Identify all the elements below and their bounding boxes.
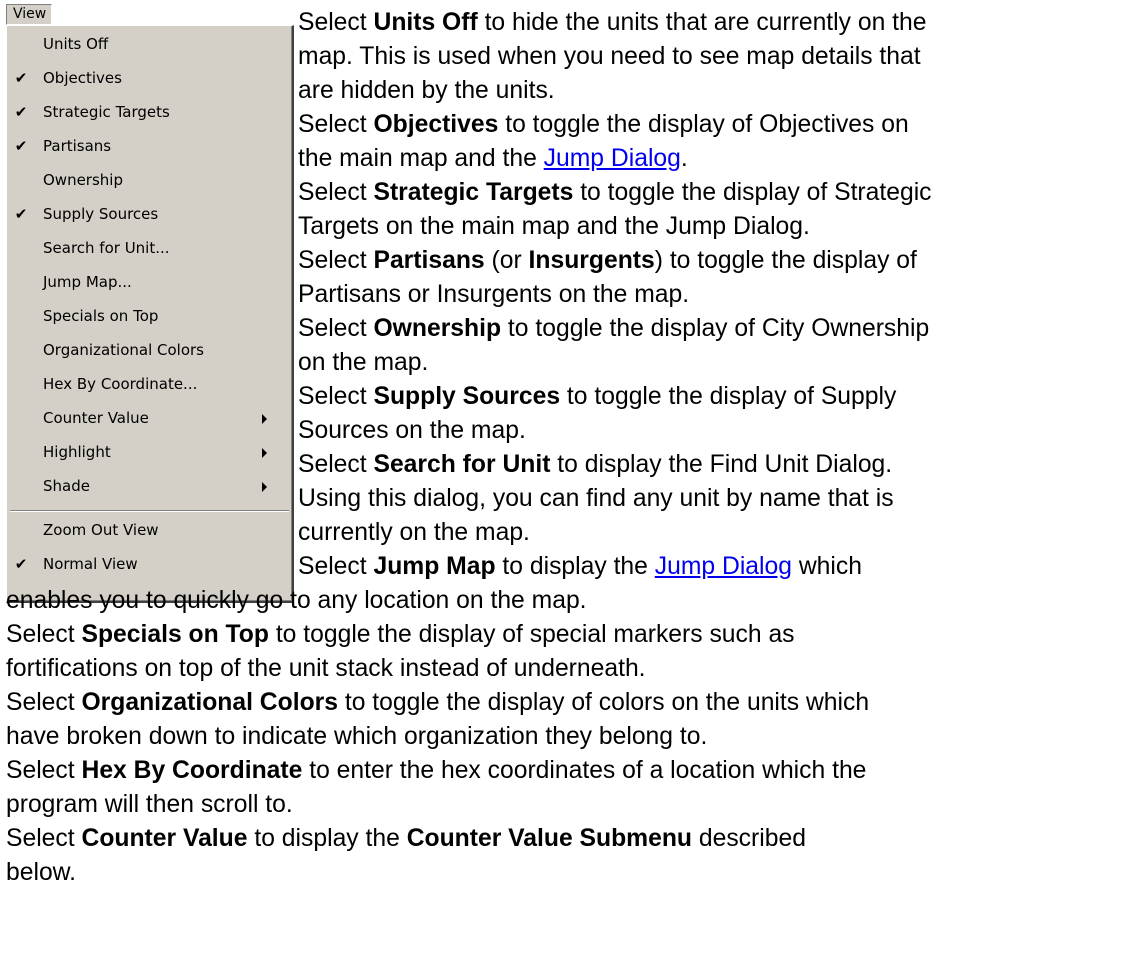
- menu-item-partisans[interactable]: ✔ Partisans: [7, 132, 289, 160]
- menu-item-label: Highlight: [43, 443, 111, 461]
- checkmark-icon: ✔: [14, 69, 28, 87]
- jump-dialog-link-2[interactable]: Jump Dialog: [655, 553, 792, 580]
- term-supply-sources: Supply Sources: [373, 383, 561, 410]
- term-insurgents: Insurgents: [528, 247, 655, 274]
- menu-item-label: Supply Sources: [43, 205, 159, 223]
- menu-item-label: Zoom Out View: [43, 521, 159, 539]
- view-menu-title[interactable]: View: [6, 4, 52, 25]
- term-jump-map: Jump Map: [373, 553, 496, 580]
- menu-item-label: Jump Map...: [43, 273, 132, 291]
- text-line: on the map.: [298, 349, 429, 376]
- text-line: Using this dialog, you can find any unit…: [298, 485, 894, 512]
- checkmark-icon: ✔: [14, 205, 28, 223]
- menu-item-organizational-colors[interactable]: Organizational Colors: [7, 336, 289, 364]
- paragraph-specials-on-top-line: Select Specials on Top to toggle the dis…: [6, 621, 795, 648]
- term-strategic-targets: Strategic Targets: [373, 179, 574, 206]
- paragraph-units-off-line: Select Units Off to hide the units that …: [298, 9, 927, 36]
- text-line: Partisans or Insurgents on the map.: [298, 281, 690, 308]
- term-objectives: Objectives: [373, 111, 499, 138]
- menu-item-label: Normal View: [43, 555, 138, 573]
- menu-item-highlight[interactable]: Highlight: [7, 438, 289, 466]
- menu-item-ownership[interactable]: Ownership: [7, 166, 289, 194]
- term-specials-on-top: Specials on Top: [81, 621, 269, 648]
- menu-item-counter-value[interactable]: Counter Value: [7, 404, 289, 432]
- menu-item-specials-on-top[interactable]: Specials on Top: [7, 302, 289, 330]
- menu-item-label: Partisans: [43, 137, 112, 155]
- menu-item-label: Shade: [43, 477, 90, 495]
- menu-item-shade[interactable]: Shade: [7, 472, 289, 500]
- text-line: fortifications on top of the unit stack …: [6, 655, 646, 682]
- term-hex-by-coordinate: Hex By Coordinate: [81, 757, 303, 784]
- term-counter-value-submenu: Counter Value Submenu: [406, 825, 693, 852]
- menu-item-label: Search for Unit...: [43, 239, 170, 257]
- menu-separator: [10, 510, 289, 512]
- menu-item-strategic-targets[interactable]: ✔ Strategic Targets: [7, 98, 289, 126]
- menu-item-hex-by-coordinate[interactable]: Hex By Coordinate...: [7, 370, 289, 398]
- paragraph-jump-map-line: Select Jump Map to display the Jump Dial…: [298, 553, 862, 580]
- term-counter-value: Counter Value: [81, 825, 248, 852]
- menu-item-normal-view[interactable]: ✔ Normal View: [7, 550, 289, 578]
- menu-item-objectives[interactable]: ✔ Objectives: [7, 64, 289, 92]
- submenu-arrow-icon: [262, 482, 267, 492]
- menu-item-units-off[interactable]: Units Off: [7, 30, 289, 58]
- term-units-off: Units Off: [373, 9, 478, 36]
- text-line: enables you to quickly go to any locatio…: [6, 587, 587, 614]
- text-line: program will then scroll to.: [6, 791, 293, 818]
- paragraph-partisans-line: Select Partisans (or Insurgents) to togg…: [298, 247, 917, 274]
- text-line: the main map and the Jump Dialog.: [298, 145, 688, 172]
- menu-item-label: Objectives: [43, 69, 122, 87]
- paragraph-organizational-colors-line: Select Organizational Colors to toggle t…: [6, 689, 870, 716]
- menu-item-search-for-unit[interactable]: Search for Unit...: [7, 234, 289, 262]
- text-line: Targets on the main map and the Jump Dia…: [298, 213, 810, 240]
- paragraph-objectives-line: Select Objectives to toggle the display …: [298, 111, 909, 138]
- paragraph-hex-by-coordinate-line: Select Hex By Coordinate to enter the he…: [6, 757, 867, 784]
- submenu-arrow-icon: [262, 414, 267, 424]
- menu-item-label: Organizational Colors: [43, 341, 205, 359]
- menu-item-label: Hex By Coordinate...: [43, 375, 198, 393]
- text-line: are hidden by the units.: [298, 77, 555, 104]
- menu-item-supply-sources[interactable]: ✔ Supply Sources: [7, 200, 289, 228]
- checkmark-icon: ✔: [14, 103, 28, 121]
- text-line: map. This is used when you need to see m…: [298, 43, 921, 70]
- paragraph-search-for-unit-line: Select Search for Unit to display the Fi…: [298, 451, 893, 478]
- menu-item-jump-map[interactable]: Jump Map...: [7, 268, 289, 296]
- paragraph-supply-sources-line: Select Supply Sources to toggle the disp…: [298, 383, 897, 410]
- menu-item-label: Strategic Targets: [43, 103, 170, 121]
- paragraph-counter-value-line: Select Counter Value to display the Coun…: [6, 825, 806, 852]
- submenu-arrow-icon: [262, 448, 267, 458]
- paragraph-strategic-targets-line: Select Strategic Targets to toggle the d…: [298, 179, 932, 206]
- text-line: currently on the map.: [298, 519, 530, 546]
- term-search-for-unit: Search for Unit: [373, 451, 551, 478]
- jump-dialog-link[interactable]: Jump Dialog: [544, 145, 681, 172]
- checkmark-icon: ✔: [14, 555, 28, 573]
- paragraph-ownership-line: Select Ownership to toggle the display o…: [298, 315, 930, 342]
- menu-item-label: Counter Value: [43, 409, 149, 427]
- menu-item-label: Units Off: [43, 35, 109, 53]
- checkmark-icon: ✔: [14, 137, 28, 155]
- menu-item-label: Ownership: [43, 171, 123, 189]
- text-line: below.: [6, 859, 76, 886]
- term-partisans: Partisans: [373, 247, 485, 274]
- term-organizational-colors: Organizational Colors: [81, 689, 338, 716]
- text-line: Sources on the map.: [298, 417, 526, 444]
- menu-item-zoom-out-view[interactable]: Zoom Out View: [7, 516, 289, 544]
- view-menu-screenshot: View Units Off ✔ Objectives ✔ Strategic Targ…: [0, 0, 296, 603]
- menu-item-label: Specials on Top: [43, 307, 159, 325]
- view-menu-dropdown: Units Off ✔ Objectives ✔ Strategic Targets ✔ P…: [6, 25, 294, 603]
- text-line: have broken down to indicate which organ…: [6, 723, 708, 750]
- term-ownership: Ownership: [373, 315, 502, 342]
